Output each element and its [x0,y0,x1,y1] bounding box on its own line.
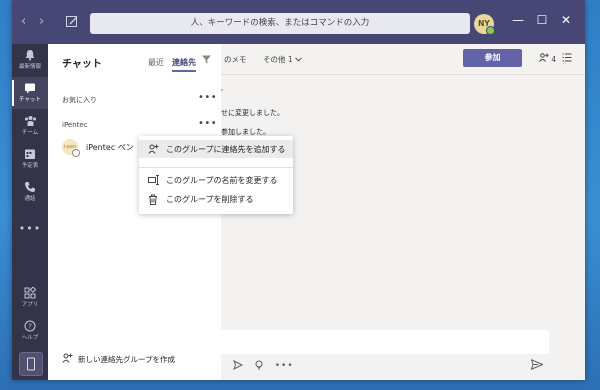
rename-icon [148,175,159,185]
appbar-teams[interactable]: チーム [12,110,48,142]
tab-contacts[interactable]: 連絡先 [172,57,196,72]
minimize-button[interactable]: — [509,13,527,27]
contact-avatar: i-pen [62,139,80,157]
new-group-button[interactable]: 新しい連絡先グループを作成 [62,353,175,365]
lightbulb-icon[interactable] [254,360,264,370]
message-line: せに変更しました。 [221,109,284,117]
appbar-label: アプリ [21,302,39,308]
mobile-icon [27,357,35,371]
appbar-activity[interactable]: 最新情報 [12,44,48,76]
more-apps-button[interactable]: ••• [12,222,48,235]
menu-add-contact[interactable]: このグループに連絡先を追加する [139,140,293,158]
tab-notes[interactable]: のメモ [224,54,247,65]
menu-rename-group[interactable]: このグループの名前を変更する [139,171,293,189]
help-icon: ? [24,320,36,332]
list-icon[interactable] [562,53,572,62]
appbar-apps[interactable]: アプリ [12,282,48,314]
back-button[interactable]: ‹ [21,14,26,29]
appbar-label: 予定表 [21,163,39,169]
bell-icon [25,50,35,61]
people-icon [539,53,549,62]
participants-count: 4 [551,55,557,64]
appbar-calls[interactable]: 通話 [12,176,48,208]
menu-item-label: このグループに連絡先を追加する [166,145,286,154]
device-button[interactable] [19,352,43,376]
section-favorites[interactable]: お気に入り [62,95,97,105]
appbar-label: 通話 [24,196,36,202]
add-person-icon [148,144,159,154]
menu-delete-group[interactable]: このグループを削除する [139,190,293,208]
group-more-button[interactable]: ••• [198,118,217,129]
compose-box[interactable] [221,330,549,354]
group-context-menu: このグループに連絡先を追加する このグループの名前を変更する このグループを削除… [139,136,293,214]
send-icon[interactable] [531,359,543,370]
section-group[interactable]: iPentec [62,121,88,129]
contact-name: iPentec ペン [86,143,134,152]
compose-icon[interactable] [65,14,79,28]
search-input[interactable]: 人、キーワードの検索、またはコマンドの入力 [90,13,470,34]
app-bar: 最新情報 チャット チーム 予定表 通話 ••• アプリ ? ヘルプ [12,44,48,380]
calendar-icon [25,149,35,159]
message-line: ' [221,88,223,96]
chevron-down-icon [295,57,302,62]
teams-window: ‹ › 人、キーワードの検索、またはコマンドの入力 NY — ☐ ✕ 最新情報 [12,0,585,380]
menu-item-label: このグループの名前を変更する [166,176,278,185]
tab-other[interactable]: その他 1 [263,54,302,65]
send-later-icon[interactable] [233,359,244,371]
svg-text:?: ? [28,323,32,331]
trash-icon [149,194,157,205]
apps-icon [24,287,36,299]
favorites-more-button[interactable]: ••• [198,92,217,103]
appbar-label: チーム [21,130,39,136]
appbar-label: 最新情報 [18,64,41,70]
user-avatar[interactable]: NY [474,14,495,35]
maximize-button[interactable]: ☐ [533,13,551,27]
join-button[interactable]: 参加 [463,49,522,67]
presence-indicator [486,26,495,35]
chat-icon [25,83,35,94]
appbar-help[interactable]: ? ヘルプ [12,315,48,347]
chat-header: のメモ その他 1 参加 4 [221,44,585,75]
close-button[interactable]: ✕ [557,13,575,27]
appbar-label: ヘルプ [21,335,39,341]
tab-recent[interactable]: 最近 [148,57,164,68]
more-options-button[interactable]: ••• [275,361,294,371]
add-group-icon [62,353,73,363]
participants-button[interactable]: 4 [539,53,556,64]
compose-toolbar: ••• [233,359,294,371]
filter-icon[interactable] [201,54,212,65]
title-bar: ‹ › 人、キーワードの検索、またはコマンドの入力 NY — ☐ ✕ [12,0,585,44]
phone-icon [25,182,35,192]
menu-divider [139,167,293,168]
appbar-label: チャット [19,97,41,103]
teams-icon [24,116,36,126]
menu-item-label: このグループを削除する [166,195,254,204]
pane-title: チャット [62,59,102,70]
contact-status-indicator [72,149,80,157]
forward-button[interactable]: › [39,14,44,29]
appbar-calendar[interactable]: 予定表 [12,143,48,175]
new-group-label: 新しい連絡先グループを作成 [78,355,176,364]
tab-other-label: その他 1 [263,55,293,64]
appbar-chat[interactable]: チャット [12,77,48,109]
